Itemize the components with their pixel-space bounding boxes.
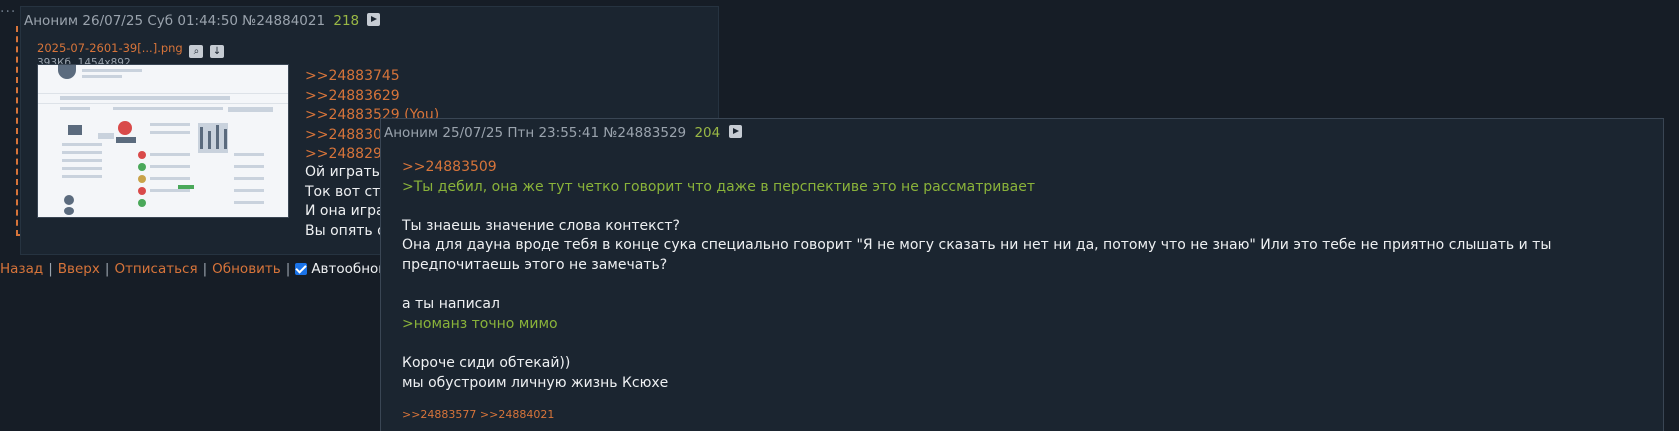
checkbox-checked-icon[interactable] [295,263,308,275]
post-preview-popup: Аноним 25/07/25 Птн 23:55:41 №24883529 2… [380,118,1664,431]
reply-link[interactable]: >>24883629 [305,87,439,107]
message-line: Ты знаешь значение слова контекст? [402,217,680,234]
greentext-quote: >Ты дебил, она же тут четко говорит что … [402,178,1036,195]
reply-link[interactable]: >>24883509 [402,158,1642,178]
nav-separator: | [285,261,291,277]
up-link[interactable]: Вверх [58,261,100,277]
popup-date: 25/07/25 Птн 23:55:41 [442,125,600,141]
play-icon[interactable] [728,125,742,138]
popup-reply-count: 204 [694,125,721,141]
back-link[interactable]: Назад [0,261,43,277]
post-number[interactable]: №24884021 [242,13,325,29]
thread-nav: Назад | Вверх | Отписаться | Обновить | Автообно… [0,261,429,277]
greentext-quote: >номанз точно мимо [402,315,558,332]
thread-collapse-dots[interactable]: ··· [0,4,16,20]
download-icon[interactable]: ↓ [210,45,225,58]
post-header: Аноним 26/07/25 Суб 01:44:50 №24884021 2… [24,13,381,29]
message-line: Короче сиди обтекай)) [402,354,571,371]
popup-author: Аноним [384,125,439,141]
play-icon[interactable] [367,13,381,26]
post-author: Аноним [24,13,79,29]
nav-separator: | [48,261,53,277]
file-info: 2025-07-2601-39[...].png ⌕ ↓ [37,41,225,58]
thread-line [16,26,18,236]
reply-link[interactable]: >>24883745 [305,67,439,87]
image-thumbnail[interactable] [37,64,289,218]
popup-backlinks[interactable]: >>24883577 >>24884021 [402,408,554,421]
post-date: 26/07/25 Суб 01:44:50 [82,13,238,29]
nav-separator: | [104,261,110,277]
refresh-link[interactable]: Обновить [212,261,281,277]
file-name-link[interactable]: 2025-07-2601-39[...].png [37,41,183,55]
unsubscribe-link[interactable]: Отписаться [114,261,197,277]
message-line: а ты написал [402,296,500,313]
message-line: мы обустроим личную жизнь Ксюхе [402,374,669,391]
nav-separator: | [202,261,208,277]
post-reply-count: 218 [333,13,360,29]
popup-message: >>24883509 >Ты дебил, она же тут четко г… [402,158,1642,393]
search-icon[interactable]: ⌕ [189,45,204,58]
message-line: Она для дауна вроде тебя в конце сука сп… [402,237,1552,273]
popup-header: Аноним 25/07/25 Птн 23:55:41 №24883529 2… [384,125,742,141]
popup-number[interactable]: №24883529 [603,125,686,141]
